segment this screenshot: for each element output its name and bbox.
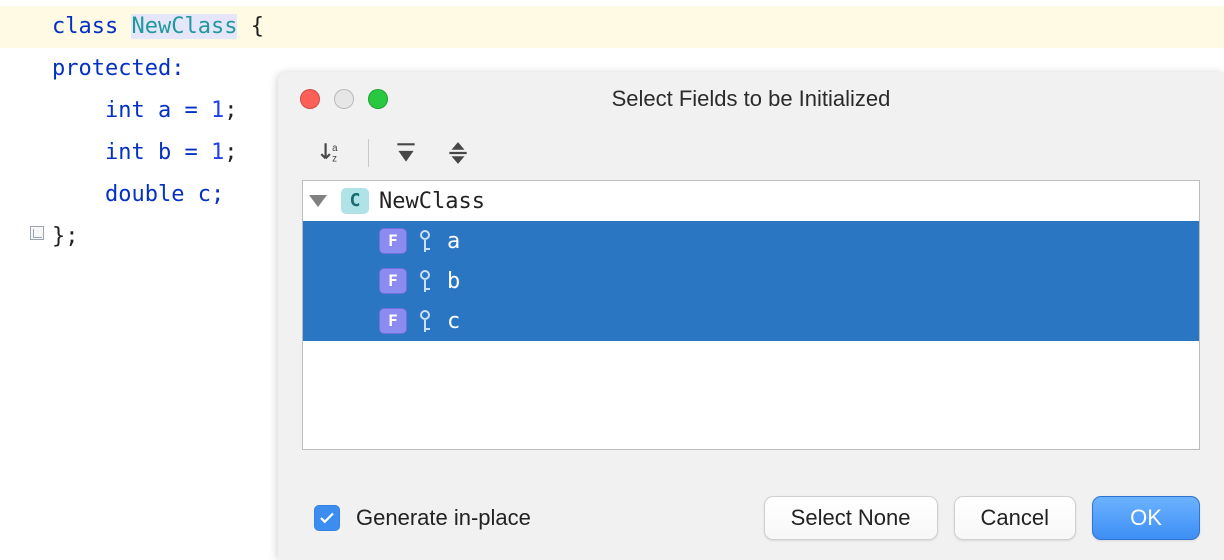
fields-tree[interactable]: C NewClass F a F b F c <box>302 180 1200 450</box>
window-zoom-icon[interactable] <box>368 89 388 109</box>
window-minimize-icon <box>334 89 354 109</box>
key-icon <box>417 270 435 292</box>
tree-field-label: c <box>447 309 460 334</box>
class-badge-icon: C <box>341 188 369 214</box>
dialog-titlebar: Select Fields to be Initialized <box>278 72 1224 126</box>
tree-field-row[interactable]: F b <box>303 261 1199 301</box>
ok-button[interactable]: OK <box>1092 496 1200 540</box>
svg-text:z: z <box>332 154 337 165</box>
tree-field-row[interactable]: F c <box>303 301 1199 341</box>
field-badge-icon: F <box>379 228 407 254</box>
tree-field-row[interactable]: F a <box>303 221 1199 261</box>
field-badge-icon: F <box>379 268 407 294</box>
tree-class-label: NewClass <box>379 189 485 214</box>
svg-text:a: a <box>332 143 338 154</box>
field-badge-icon: F <box>379 308 407 334</box>
tree-field-label: b <box>447 269 460 294</box>
key-icon <box>417 310 435 332</box>
sort-button[interactable]: az <box>316 138 346 168</box>
code-line-1: class NewClass { <box>0 6 1224 48</box>
collapse-all-button[interactable] <box>443 138 473 168</box>
generate-in-place-label: Generate in-place <box>356 505 531 531</box>
dialog-toolbar: az <box>278 126 1224 180</box>
dialog-title: Select Fields to be Initialized <box>278 86 1224 112</box>
key-icon <box>417 230 435 252</box>
select-fields-dialog: Select Fields to be Initialized az C New… <box>278 72 1224 560</box>
chevron-down-icon[interactable] <box>309 195 327 207</box>
select-none-button[interactable]: Select None <box>764 496 938 540</box>
toolbar-separator <box>368 139 369 167</box>
generate-in-place-checkbox[interactable] <box>314 505 340 531</box>
cancel-button[interactable]: Cancel <box>954 496 1076 540</box>
expand-all-button[interactable] <box>391 138 421 168</box>
tree-field-label: a <box>447 229 460 254</box>
tree-class-row[interactable]: C NewClass <box>303 181 1199 221</box>
dialog-footer: Generate in-place Select None Cancel OK <box>278 490 1224 546</box>
window-close-icon[interactable] <box>300 89 320 109</box>
